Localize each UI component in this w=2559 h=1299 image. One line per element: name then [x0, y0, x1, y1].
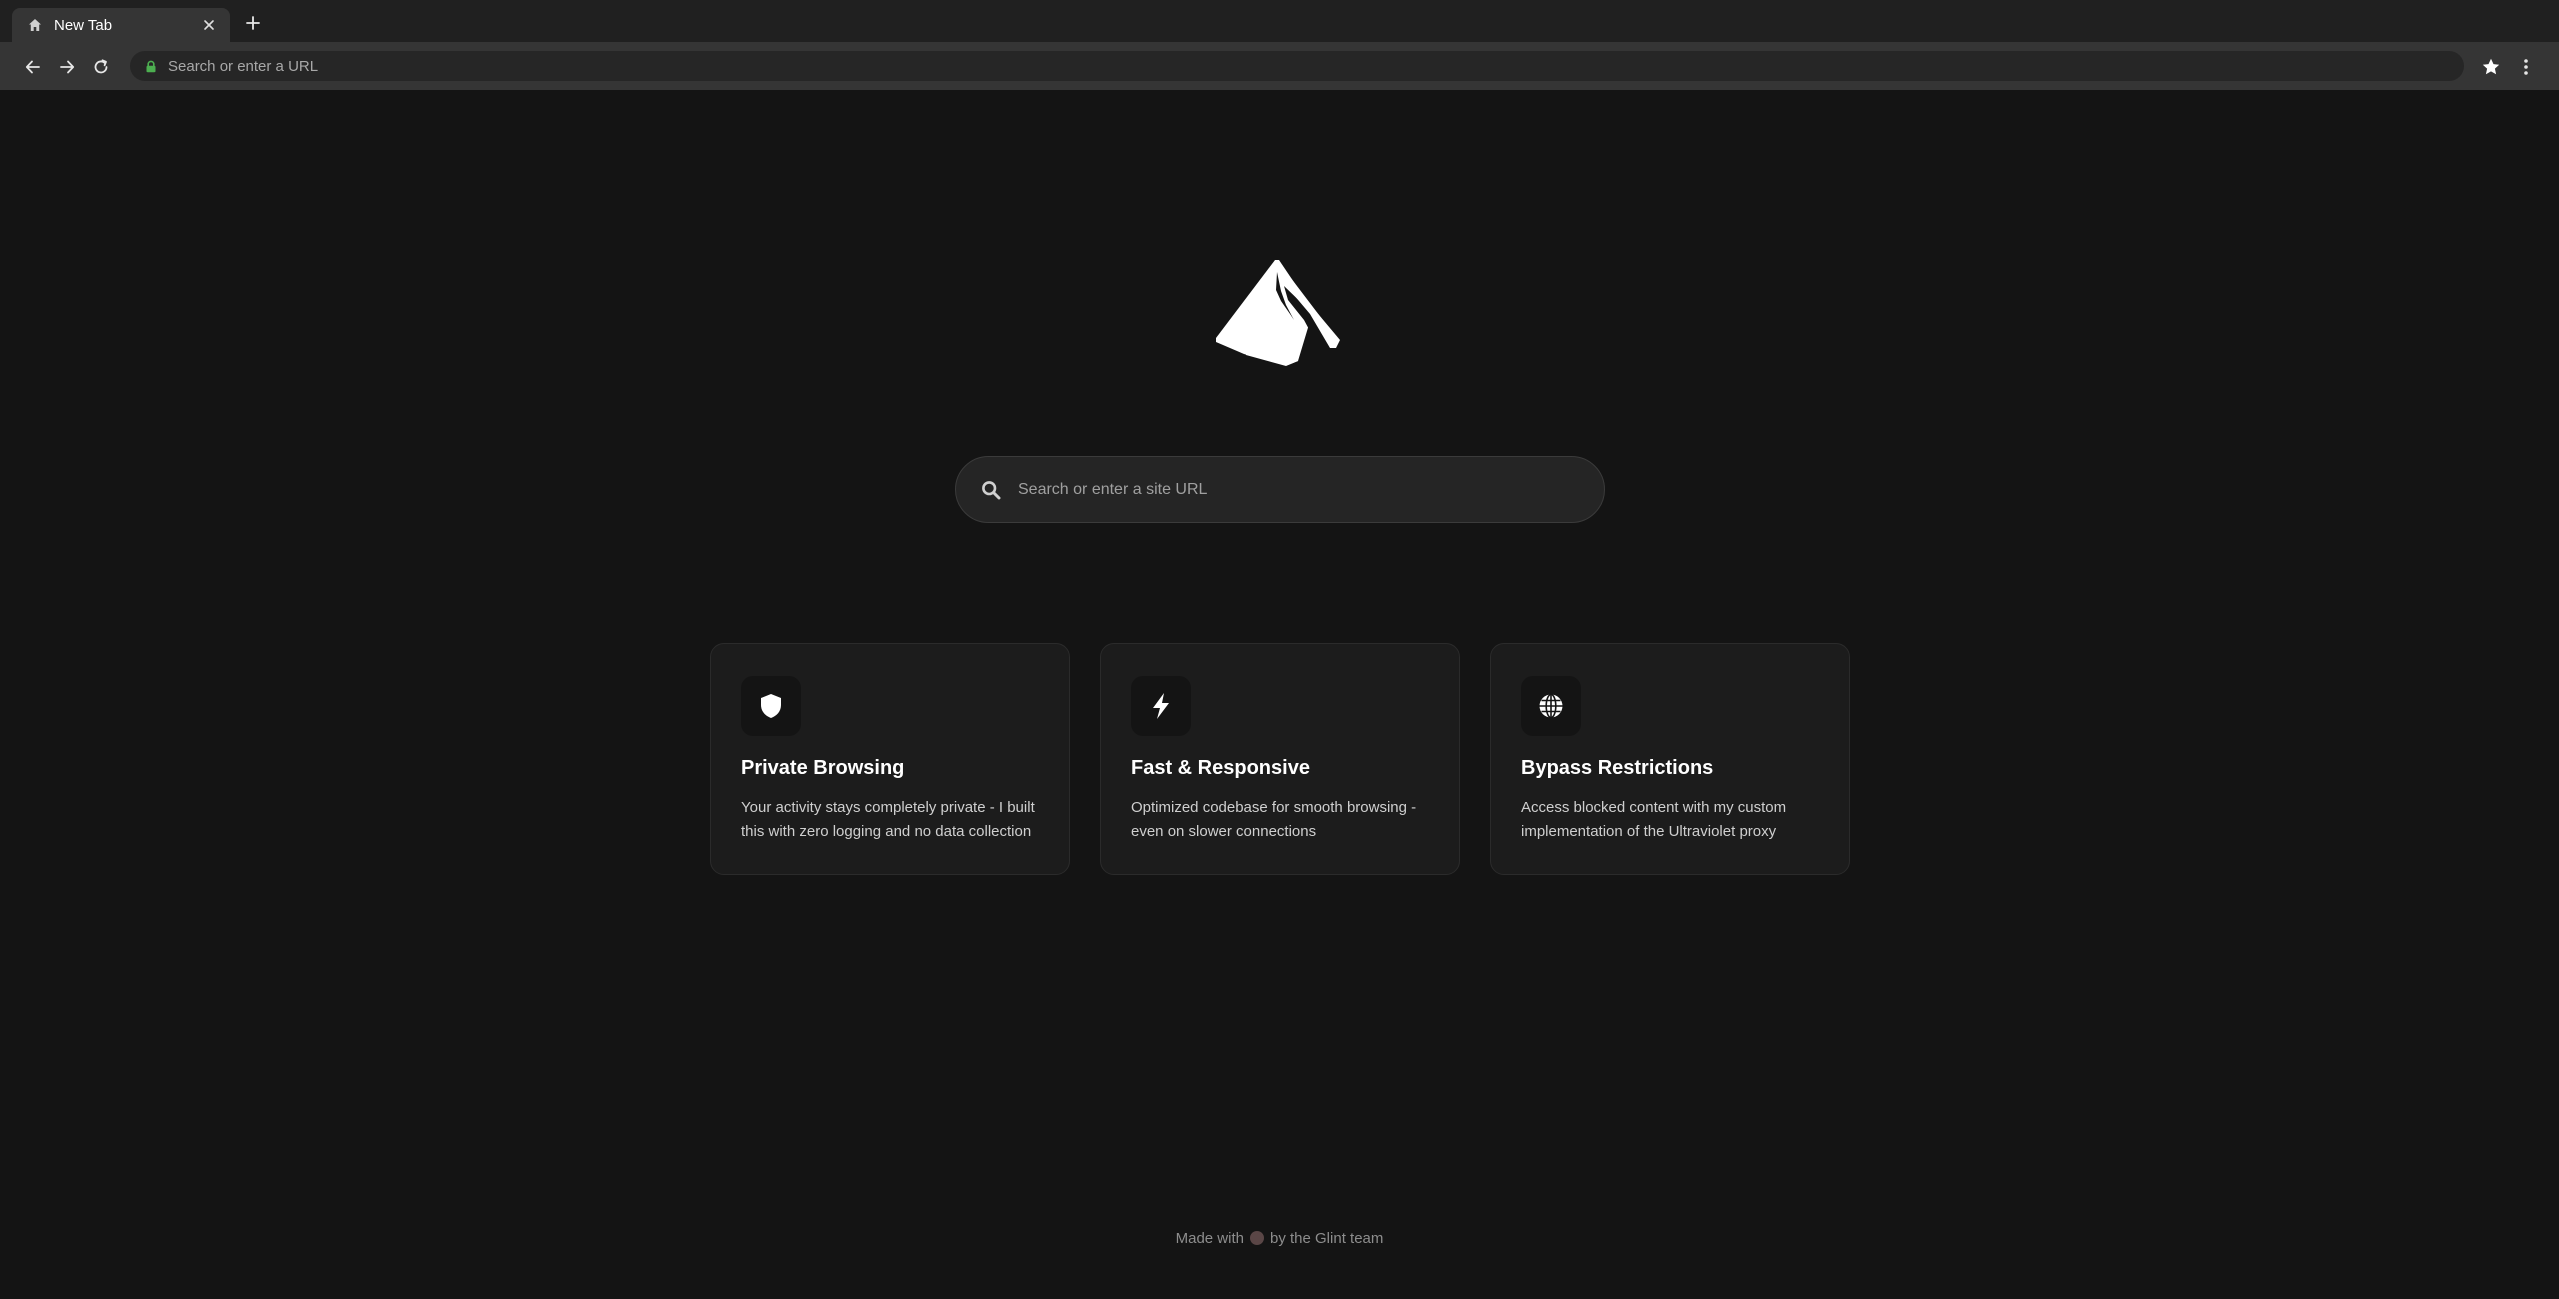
tab-strip: New Tab	[0, 0, 2559, 42]
feature-card-private-browsing: Private Browsing Your activity stays com…	[710, 643, 1070, 875]
home-icon	[26, 16, 44, 34]
tab-title: New Tab	[54, 16, 113, 34]
feature-card-bypass-restrictions: Bypass Restrictions Access blocked conte…	[1490, 643, 1850, 875]
tab-new-tab[interactable]: New Tab	[12, 8, 230, 42]
star-icon[interactable]	[2478, 54, 2504, 80]
footer-prefix: Made with	[1175, 1230, 1244, 1247]
feature-cards: Private Browsing Your activity stays com…	[710, 643, 1850, 875]
feature-title: Private Browsing	[741, 757, 905, 779]
feature-title: Bypass Restrictions	[1521, 757, 1714, 779]
search-input[interactable]	[1018, 469, 1604, 510]
arrow-left-icon[interactable]	[20, 54, 46, 80]
feature-description: Your activity stays completely private -…	[741, 799, 1035, 840]
globe-icon	[1521, 676, 1581, 736]
mountain-logo	[1214, 258, 1344, 366]
heart-icon	[1249, 1231, 1264, 1245]
feature-title: Fast & Responsive	[1131, 757, 1310, 779]
lock-icon	[144, 59, 158, 73]
feature-card-fast-responsive: Fast & Responsive Optimized codebase for…	[1100, 643, 1460, 875]
kebab-menu-icon[interactable]	[2513, 54, 2539, 80]
footer: Made with by the Glint team	[0, 1230, 2559, 1247]
address-bar[interactable]	[130, 51, 2464, 81]
plus-icon[interactable]	[240, 10, 266, 36]
site-search-box[interactable]	[955, 456, 1605, 523]
search-icon	[980, 479, 1002, 501]
address-input[interactable]	[168, 53, 2464, 79]
feature-description: Access blocked content with my custom im…	[1521, 799, 1787, 840]
browser-toolbar	[0, 42, 2559, 90]
arrow-right-icon[interactable]	[54, 54, 80, 80]
feature-description: Optimized codebase for smooth browsing -…	[1131, 799, 1417, 840]
lightning-bolt-icon	[1131, 676, 1191, 736]
reload-icon[interactable]	[88, 54, 114, 80]
shield-icon	[741, 676, 801, 736]
footer-suffix: by the Glint team	[1269, 1230, 1384, 1247]
close-tab-icon[interactable]	[198, 14, 220, 36]
